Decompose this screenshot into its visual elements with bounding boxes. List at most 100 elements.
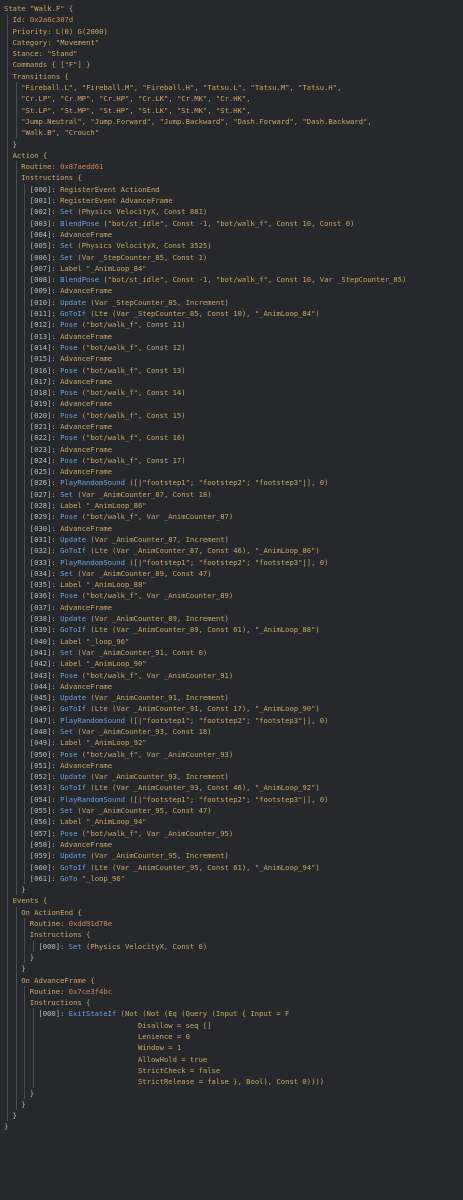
code-line: [040]: Label "_loop_96": [0, 635, 463, 647]
code-token: Pose: [60, 455, 78, 465]
code-line: [013]: AdvanceFrame: [0, 330, 463, 342]
code-line: [048]: Set (Var _AnimCounter_93, Const 1…: [0, 726, 463, 738]
indent-guide: [7, 680, 8, 693]
code-token: }: [21, 1099, 26, 1109]
code-text: [005]: Set (Physics VelocityX, Const 352…: [30, 240, 212, 251]
code-token: (Var _AnimCounter_93, Increment): [86, 772, 229, 782]
indent-guide: [7, 375, 8, 388]
code-text: }: [21, 884, 25, 895]
indent-guide: [15, 579, 17, 591]
indent-guide: [24, 1087, 26, 1099]
indent-guide: [24, 590, 26, 602]
code-line: [043]: Pose ("bot/walk_f", Var _AnimCoun…: [0, 669, 463, 681]
code-line: StrictRelease = false }, Bool), Const 0)…: [0, 1076, 463, 1088]
code-token: AdvanceFrame: [60, 399, 113, 409]
code-line: [049]: Label "_AnimLoop_92": [0, 737, 463, 749]
code-line: [026]: PlayRandomSound ([|"footstep1"; "…: [0, 477, 463, 489]
code-text: }: [21, 963, 25, 974]
indent-guide: [7, 613, 8, 625]
code-token: Set: [60, 727, 74, 736]
indent-guide: [7, 251, 8, 263]
code-text: Transitions {: [13, 71, 69, 82]
indent-guide: [15, 387, 17, 399]
indent-guide: [15, 296, 17, 309]
code-text: StrictRelease = false }, Bool), Const 0)…: [138, 1076, 324, 1087]
indent-guide: [7, 1042, 8, 1054]
indent-guide: [7, 183, 8, 196]
code-line: On AdvanceFrame {: [0, 974, 463, 986]
code-text: [044]: AdvanceFrame: [30, 681, 112, 692]
code-token: AdvanceFrame: [60, 760, 113, 770]
indent-guide: [7, 759, 8, 772]
code-text: Priority: L(0) G(2000): [13, 26, 108, 37]
code-token: [018]:: [29, 388, 61, 398]
code-line: [001]: RegisterEvent AdvanceFrame: [0, 195, 463, 207]
code-line: [057]: Pose ("bot/walk_f", Var _AnimCoun…: [0, 827, 463, 839]
indent-guide: [24, 850, 26, 862]
code-token: AdvanceFrame: [60, 421, 113, 431]
code-line: [007]: Label "_AnimLoop_84": [0, 262, 463, 275]
code-token: [036]:: [29, 591, 61, 601]
indent-guide: [15, 838, 17, 851]
code-line: [009]: AdvanceFrame: [0, 285, 463, 297]
indent-guide: [7, 940, 8, 952]
code-line: Instructions {: [0, 929, 463, 941]
code-text: AllowHold = true: [138, 1054, 207, 1065]
code-text: [012]: Pose ("bot/walk_f", Const 11): [30, 319, 186, 330]
indent-guide: [7, 70, 8, 83]
code-token: [027]:: [29, 489, 61, 499]
code-token: [028]:: [29, 501, 61, 511]
code-token: [061]:: [29, 873, 61, 883]
indent-guide: [15, 262, 17, 275]
code-token: [022]:: [29, 433, 61, 443]
code-line: [038]: Update (Var _AnimCounter_89, Incr…: [0, 613, 463, 625]
code-text: [021]: AdvanceFrame: [30, 421, 112, 432]
indent-guide: [7, 511, 8, 523]
indent-guide: [15, 861, 17, 873]
indent-guide: [15, 454, 17, 467]
indent-guide: [24, 375, 26, 388]
code-token: }: [21, 964, 26, 974]
indent-guide: [15, 206, 17, 218]
code-line: [046]: GoToIf (Lte (Var _AnimCounter_91,…: [0, 703, 463, 715]
indent-guide: [24, 1076, 26, 1088]
code-token: [049]:: [29, 738, 61, 748]
code-line: [039]: GoToIf (Lte (Var _AnimCounter_89,…: [0, 624, 463, 636]
indent-guide: [24, 771, 26, 783]
code-text: Lenience = 0: [138, 1031, 190, 1042]
code-token: Update: [60, 614, 87, 624]
code-line: [044]: AdvanceFrame: [0, 680, 463, 693]
code-token: (Var _StepCounter_85, Const 1): [73, 252, 208, 262]
code-token: }: [29, 1088, 35, 1098]
code-token: [001]:: [29, 196, 61, 206]
code-line: AllowHold = true: [0, 1053, 463, 1065]
indent-guide: [24, 511, 26, 523]
indent-guide: [7, 296, 8, 309]
code-token: (Var _AnimCounter_87, Increment): [86, 534, 229, 544]
code-token: AdvanceFrame: [60, 681, 113, 691]
indent-guide: [32, 1042, 34, 1054]
indent-guide: [24, 624, 26, 636]
indent-guide: [7, 82, 8, 94]
code-line: }: [0, 138, 463, 150]
code-text: [029]: Pose ("bot/walk_f", Var _AnimCoun…: [30, 511, 233, 522]
code-token: (Var _AnimCounter_89, Increment): [86, 614, 229, 624]
code-token: ("bot/walk_f", Var _AnimCounter_91): [77, 670, 234, 680]
indent-guide: [7, 172, 8, 184]
code-line: "Jump.Neutral", "Jump.Forward", "Jump.Ba…: [0, 115, 463, 128]
indent-guide: [15, 816, 17, 828]
indent-guide: [7, 533, 8, 546]
indent-guide: [7, 1008, 8, 1020]
indent-guide: [7, 816, 8, 828]
code-text: Action {: [13, 150, 48, 161]
code-token: (Var _StepCounter_85, Increment): [86, 297, 229, 307]
indent-guide: [7, 646, 8, 659]
code-token: GoToIf: [60, 783, 87, 793]
indent-guide: [15, 466, 17, 478]
indent-guide: [15, 590, 17, 602]
indent-guide: [7, 59, 8, 71]
code-line: [024]: Pose ("bot/walk_f", Const 17): [0, 454, 463, 467]
code-token: [013]:: [29, 331, 61, 341]
code-token: [019]:: [29, 399, 61, 409]
indent-guide: [15, 251, 17, 263]
